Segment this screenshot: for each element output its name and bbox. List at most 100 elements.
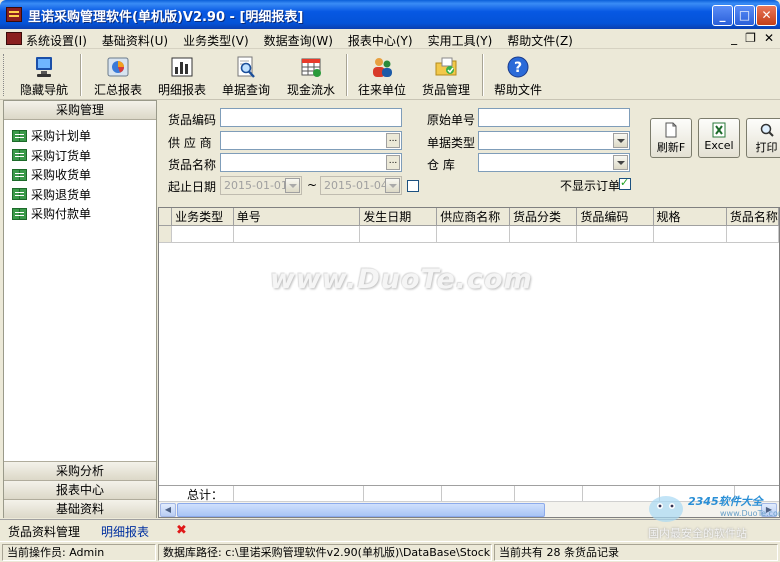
- col-supplier-name[interactable]: 供应商名称: [436, 208, 510, 226]
- date-from-dropdown[interactable]: [285, 178, 300, 193]
- col-spec[interactable]: 规格: [653, 208, 727, 226]
- mdi-minimize-button[interactable]: _: [731, 31, 737, 45]
- site-slogan: 国内最安全的软件站: [648, 527, 747, 540]
- nav-section-report-center[interactable]: 报表中心: [4, 480, 156, 499]
- detail-report-button[interactable]: 明细报表: [152, 53, 212, 97]
- menu-help[interactable]: 帮助文件(Z): [507, 32, 573, 49]
- toolbar-separator: [346, 54, 348, 96]
- goods-mgmt-button[interactable]: 货品管理: [416, 53, 476, 97]
- app-icon: [6, 7, 22, 22]
- menu-basic-data[interactable]: 基础资料(U): [102, 32, 168, 49]
- doc-query-button[interactable]: 单据查询: [216, 53, 276, 97]
- col-doc-no[interactable]: 单号: [233, 208, 361, 226]
- hide-nav-button[interactable]: 隐藏导航: [14, 53, 74, 97]
- site-watermark-logo: 2345软件大全 www.DuoTe.com 国内最安全的软件站: [640, 487, 780, 540]
- left-nav-panel: 采购管理 采购计划单 采购订货单 采购收货单 采购退货单 采购付款单 采购分析 …: [3, 100, 157, 518]
- menu-system-settings[interactable]: 系统设置(I): [26, 32, 87, 49]
- folder-goods-icon: [435, 57, 457, 76]
- print-button[interactable]: 打印: [746, 118, 780, 158]
- col-date[interactable]: 发生日期: [359, 208, 438, 226]
- date-from-picker[interactable]: 2015-01-01: [220, 176, 302, 195]
- nav-item-purchase-order[interactable]: 采购订货单: [12, 146, 156, 166]
- nav-section-header[interactable]: 采购管理: [4, 101, 156, 120]
- close-tab-icon[interactable]: ✖: [176, 523, 187, 538]
- refresh-button[interactable]: 刷新F: [650, 118, 692, 158]
- pie-chart-icon: [107, 57, 129, 77]
- menu-data-query[interactable]: 数据查询(W): [264, 32, 333, 49]
- orig-no-input[interactable]: [478, 108, 630, 127]
- window-title: 里诺采购管理软件(单机版)V2.90 - [明细报表]: [28, 10, 304, 25]
- svg-text:?: ?: [514, 60, 522, 76]
- nav-item-purchase-plan[interactable]: 采购计划单: [12, 126, 156, 146]
- partners-button[interactable]: 往来单位: [352, 53, 412, 97]
- supplier-input[interactable]: ...: [220, 131, 402, 150]
- toolbar-separator: [482, 54, 484, 96]
- col-goods-name[interactable]: 货品名称: [726, 208, 780, 226]
- doc-type-dropdown[interactable]: [613, 133, 628, 148]
- nav-list: 采购计划单 采购订货单 采购收货单 采购退货单 采购付款单: [4, 120, 156, 224]
- spreadsheet-icon: [301, 58, 321, 77]
- nav-item-purchase-receipt[interactable]: 采购收货单: [12, 165, 156, 185]
- warehouse-label: 仓 库: [427, 158, 455, 172]
- filter-form: 货品编码 供 应 商 ... 货品名称 ... 起止日期 2015-01-01 …: [158, 100, 780, 207]
- tab-detail-report[interactable]: 明细报表: [101, 523, 149, 540]
- menu-bar: 系统设置(I) 基础资料(U) 业务类型(V) 数据查询(W) 报表中心(Y) …: [0, 29, 780, 49]
- col-goods-code[interactable]: 货品编码: [576, 208, 654, 226]
- supplier-label: 供 应 商: [168, 136, 212, 150]
- goods-code-label: 货品编码: [168, 113, 217, 127]
- mascot-icon: [649, 496, 683, 522]
- goods-code-input[interactable]: [220, 108, 402, 127]
- total-label: 总计：: [159, 486, 234, 502]
- nav-section-basic-data[interactable]: 基础资料: [4, 499, 156, 518]
- status-operator: 当前操作员: Admin: [2, 544, 156, 561]
- excel-icon: [712, 122, 726, 138]
- maximize-button[interactable]: □: [734, 5, 755, 26]
- close-button[interactable]: ✕: [756, 5, 777, 26]
- book-icon: [12, 129, 27, 142]
- summary-report-button[interactable]: 汇总报表: [88, 53, 148, 97]
- col-goods-category[interactable]: 货品分类: [509, 208, 578, 226]
- scroll-left-icon[interactable]: ◀: [160, 503, 176, 517]
- warehouse-dropdown[interactable]: [613, 155, 628, 170]
- goods-name-input[interactable]: ...: [220, 153, 402, 172]
- status-db-path: 数据库路径: c:\里诺采购管理软件v2.90(单机版)\DataBase\St…: [158, 544, 492, 561]
- menu-utilities[interactable]: 实用工具(Y): [428, 32, 493, 49]
- goods-name-lookup-button[interactable]: ...: [386, 155, 400, 170]
- hide-orders-label: 不显示订单: [560, 179, 621, 193]
- table-row[interactable]: [159, 225, 780, 243]
- magnifier-doc-icon: [237, 56, 255, 78]
- date-to-dropdown[interactable]: [385, 178, 400, 193]
- mdi-close-button[interactable]: ✕: [764, 31, 774, 45]
- doc-type-select[interactable]: [478, 131, 630, 150]
- monitor-icon: [36, 57, 52, 77]
- tab-goods-data[interactable]: 货品资料管理: [8, 523, 80, 540]
- doc-type-label: 单据类型: [427, 136, 476, 150]
- nav-item-purchase-return[interactable]: 采购退货单: [12, 185, 156, 205]
- print-preview-icon: [760, 123, 774, 137]
- menu-business-type[interactable]: 业务类型(V): [183, 32, 249, 49]
- excel-export-button[interactable]: Excel: [698, 118, 740, 158]
- detail-report-grid[interactable]: 业务类型 单号 发生日期 供应商名称 货品分类 货品编码 规格 货品名称 总计：…: [158, 207, 780, 518]
- supplier-lookup-button[interactable]: ...: [386, 133, 400, 148]
- orig-no-label: 原始单号: [427, 113, 476, 127]
- row-indicator-header: [159, 208, 173, 226]
- scroll-thumb[interactable]: [177, 503, 545, 517]
- minimize-button[interactable]: _: [712, 5, 733, 26]
- mdi-child-icon[interactable]: [6, 32, 22, 45]
- hide-orders-checkbox[interactable]: [619, 176, 631, 190]
- cash-flow-button[interactable]: 现金流水: [280, 53, 342, 97]
- date-range-label: 起止日期: [168, 180, 217, 194]
- mdi-restore-button[interactable]: ❐: [745, 31, 756, 45]
- col-business-type[interactable]: 业务类型: [171, 208, 234, 226]
- book-icon: [12, 149, 27, 162]
- book-icon: [12, 188, 27, 201]
- nav-item-purchase-payment[interactable]: 采购付款单: [12, 204, 156, 224]
- warehouse-select[interactable]: [478, 153, 630, 172]
- bar-chart-icon: [171, 57, 193, 77]
- toolbar-grip: [3, 54, 6, 96]
- date-to-picker[interactable]: 2015-01-04: [320, 176, 402, 195]
- date-range-checkbox[interactable]: [407, 180, 419, 192]
- help-button[interactable]: ? 帮助文件: [488, 53, 548, 97]
- menu-report-center[interactable]: 报表中心(Y): [348, 32, 413, 49]
- nav-section-purchase-analysis[interactable]: 采购分析: [4, 461, 156, 480]
